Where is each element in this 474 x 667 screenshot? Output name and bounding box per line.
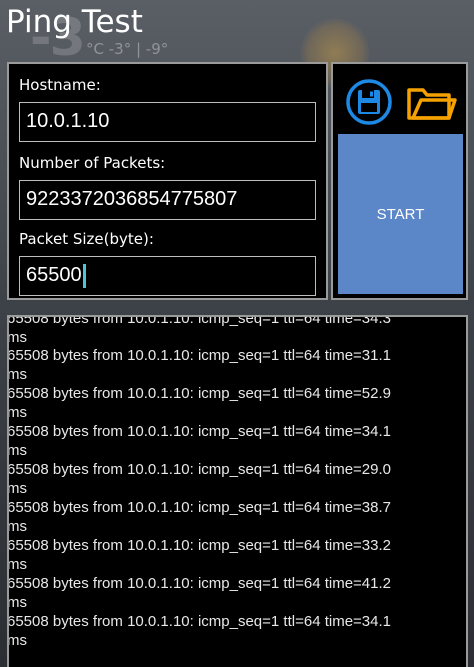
log-line: 65508 bytes from 10.0.1.10: icmp_seq=1 t… bbox=[7, 537, 391, 554]
log-line: 65508 bytes from 10.0.1.10: icmp_seq=1 t… bbox=[7, 347, 391, 364]
start-button[interactable]: START bbox=[338, 134, 463, 294]
log-line-unit: ms bbox=[7, 404, 27, 421]
wallpaper-temperature-range: °C -3° | -9° bbox=[86, 40, 169, 58]
log-line-unit: ms bbox=[7, 556, 27, 573]
log-line: 65508 bytes from 10.0.1.10: icmp_seq=1 t… bbox=[7, 575, 391, 592]
log-line-unit: ms bbox=[7, 594, 27, 611]
hostname-label: Hostname: bbox=[19, 76, 101, 94]
save-disk-icon[interactable] bbox=[345, 78, 393, 126]
app-title: Ping Test bbox=[6, 4, 143, 40]
log-line: 65508 bytes from 10.0.1.10: icmp_seq=1 t… bbox=[7, 613, 391, 630]
ping-log-output[interactable]: 65508 bytes from 10.0.1.10: icmp_seq=1 t… bbox=[7, 315, 468, 667]
log-line-unit: ms bbox=[7, 518, 27, 535]
action-panel: START bbox=[331, 62, 468, 300]
log-line: 65508 bytes from 10.0.1.10: icmp_seq=1 t… bbox=[7, 499, 391, 516]
log-line-unit: ms bbox=[7, 366, 27, 383]
ping-form-panel: Hostname: 10.0.1.10 Number of Packets: 9… bbox=[7, 62, 328, 300]
log-line-unit: ms bbox=[7, 442, 27, 459]
packet-size-label: Packet Size(byte): bbox=[19, 230, 154, 248]
log-line: 65508 bytes from 10.0.1.10: icmp_seq=1 t… bbox=[7, 423, 391, 440]
hostname-input[interactable]: 10.0.1.10 bbox=[19, 102, 316, 142]
log-line: 65508 bytes from 10.0.1.10: icmp_seq=1 t… bbox=[7, 461, 391, 478]
log-line-partial: 65508 bytes from 10.0.1.10: icmp_seq=1 t… bbox=[7, 315, 391, 327]
packet-size-input[interactable]: 65500 bbox=[19, 256, 316, 296]
packet-size-value: 65500 bbox=[26, 264, 82, 286]
log-line-unit: ms bbox=[7, 632, 27, 649]
packets-label: Number of Packets: bbox=[19, 154, 166, 172]
log-line-partial-unit: ms bbox=[7, 329, 27, 346]
text-cursor bbox=[82, 263, 86, 288]
packets-input[interactable]: 9223372036854775807 bbox=[19, 180, 316, 220]
log-line-unit: ms bbox=[7, 480, 27, 497]
folder-open-icon[interactable] bbox=[405, 78, 457, 126]
log-line: 65508 bytes from 10.0.1.10: icmp_seq=1 t… bbox=[7, 385, 391, 402]
